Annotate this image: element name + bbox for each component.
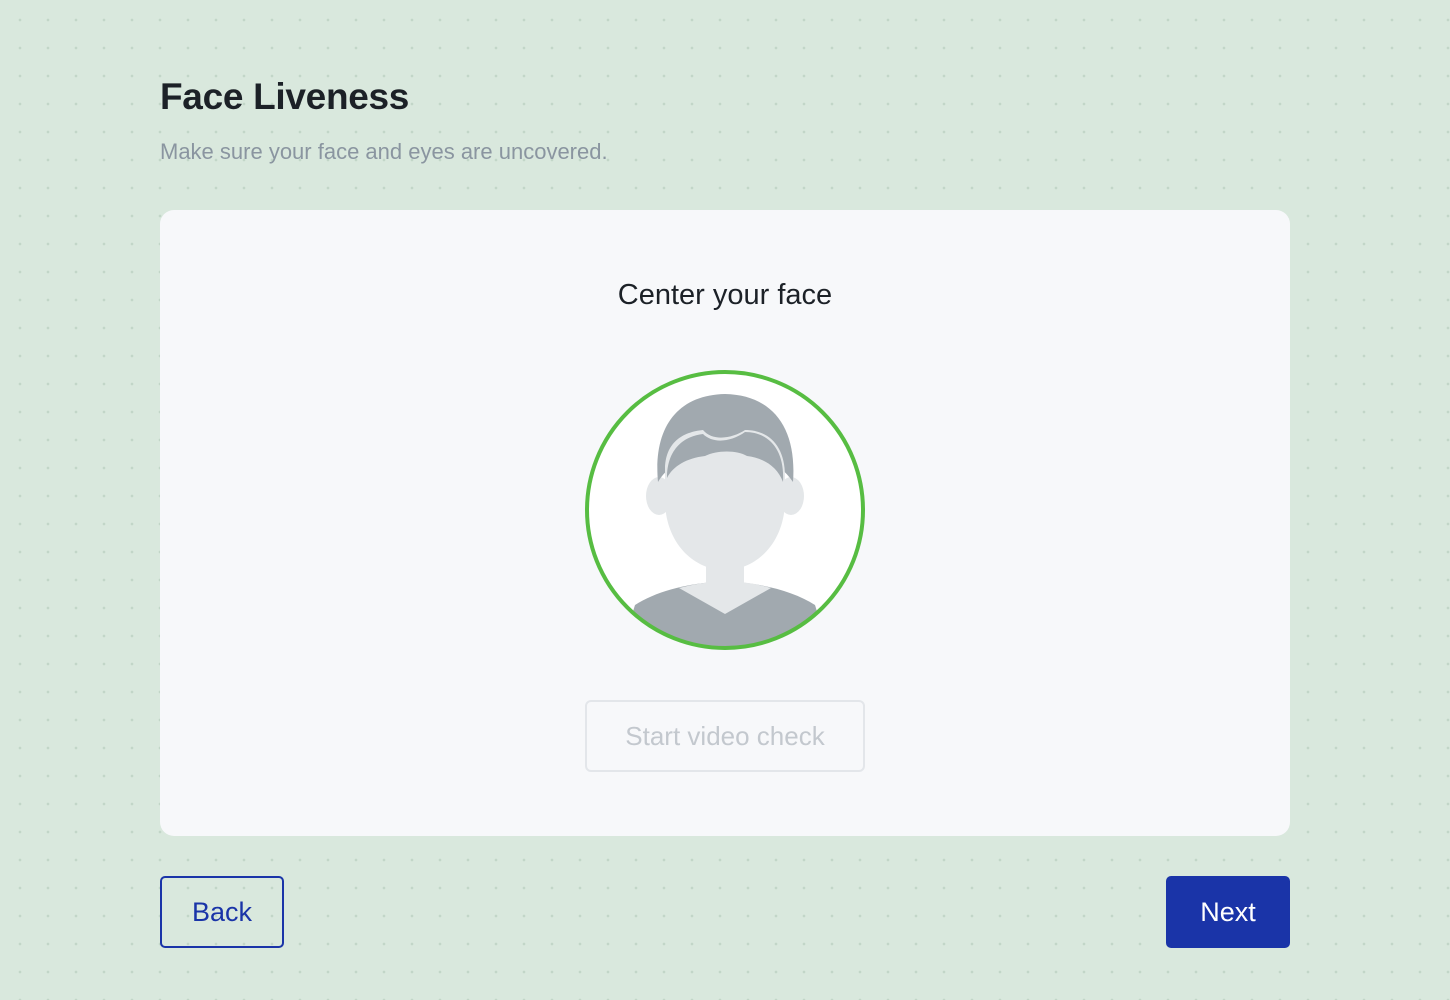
page-subtitle: Make sure your face and eyes are uncover… <box>160 139 608 164</box>
back-button[interactable]: Back <box>160 876 284 948</box>
face-frame <box>585 370 865 650</box>
next-button[interactable]: Next <box>1166 876 1290 948</box>
card-heading: Center your face <box>617 279 833 311</box>
user-silhouette-icon <box>585 370 865 650</box>
liveness-card: Center your face Start video check <box>160 210 1290 836</box>
start-video-check-button[interactable]: Start video check <box>585 700 865 772</box>
page-title: Face Liveness <box>160 76 410 117</box>
